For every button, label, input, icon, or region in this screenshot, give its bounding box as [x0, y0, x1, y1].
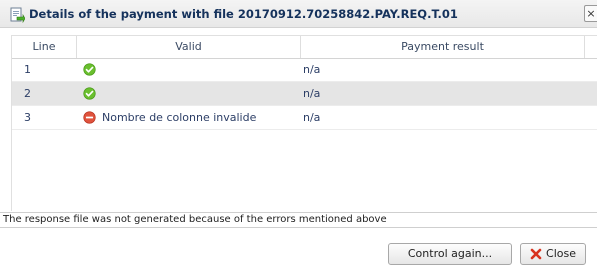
control-again-button[interactable]: Control again... — [388, 243, 512, 265]
table-row[interactable]: 3 Nombre de colonne invalide n/a — [12, 106, 597, 130]
close-label: Close — [546, 247, 576, 260]
table-row[interactable]: 1 n/a — [12, 58, 597, 82]
status-message: The response file was not generated beca… — [0, 212, 597, 228]
line-number: 1 — [24, 63, 31, 76]
payment-result: n/a — [303, 63, 321, 76]
check-circle-icon — [83, 87, 96, 100]
column-header-line[interactable]: Line — [12, 36, 77, 58]
column-header-payment-result[interactable]: Payment result — [301, 36, 585, 58]
payment-result: n/a — [303, 111, 321, 124]
grid-header: Line Valid Payment result — [12, 36, 597, 59]
dialog-title: Details of the payment with file 2017091… — [29, 7, 458, 21]
red-x-icon — [530, 248, 542, 260]
payment-lines-grid: Line Valid Payment result 1 n/a 2 n/a 3 … — [11, 35, 597, 211]
column-header-valid[interactable]: Valid — [77, 36, 301, 58]
line-number: 2 — [24, 87, 31, 100]
control-again-label: Control again... — [407, 247, 493, 260]
file-export-icon — [10, 7, 25, 23]
validation-message: Nombre de colonne invalide — [102, 111, 257, 124]
close-icon[interactable]: × — [584, 5, 597, 22]
line-number: 3 — [24, 111, 31, 124]
error-circle-icon — [83, 111, 96, 124]
payment-result: n/a — [303, 87, 321, 100]
dialog-titlebar: Details of the payment with file 2017091… — [0, 0, 597, 28]
close-button[interactable]: Close — [520, 243, 586, 265]
table-row[interactable]: 2 n/a — [12, 82, 597, 106]
check-circle-icon — [83, 63, 96, 76]
